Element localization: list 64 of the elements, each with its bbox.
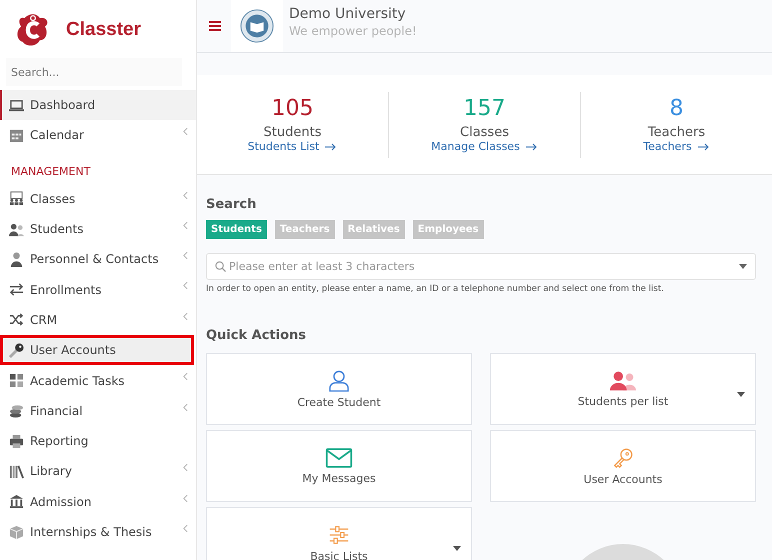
action-card[interactable]: User Accounts xyxy=(490,430,756,502)
stat-link[interactable]: Students List xyxy=(248,140,338,153)
mail-icon xyxy=(325,448,353,468)
key-icon xyxy=(613,446,633,468)
stat-link[interactable]: Manage Classes xyxy=(431,140,538,153)
person-icon xyxy=(9,252,24,267)
help-text: In order to open an entity, please enter a name, an ID or a telephone number and select one from the list. xyxy=(206,284,666,294)
stat-label: Classes xyxy=(460,125,509,140)
stat-value: 157 xyxy=(464,96,506,122)
key-icon xyxy=(9,342,24,358)
calendar-icon xyxy=(9,128,24,143)
arrow-icon xyxy=(526,142,538,150)
classroom-icon xyxy=(9,191,24,206)
stat-label: Students xyxy=(264,125,322,140)
dropdown-icon xyxy=(739,264,747,269)
search-icon xyxy=(215,261,226,272)
section-heading: MANAGEMENT xyxy=(10,164,92,180)
box-icon xyxy=(9,524,24,540)
arrow-icon xyxy=(325,142,338,150)
printer-icon xyxy=(9,434,24,449)
users-icon xyxy=(609,370,637,390)
action-card[interactable]: Create Student xyxy=(206,353,472,425)
sidebar-item[interactable]: Enrollments xyxy=(0,274,196,305)
sliders-icon xyxy=(329,524,349,546)
section-heading: Quick Actions xyxy=(206,328,308,343)
sidebar-item[interactable]: Internships & Thesis xyxy=(0,516,196,548)
user-icon xyxy=(329,370,349,392)
action-card[interactable]: My Messages xyxy=(206,430,472,502)
sidebar-item[interactable]: Library xyxy=(0,456,196,487)
dropdown-icon[interactable] xyxy=(453,546,461,551)
sidebar-item[interactable]: Personnel & Contacts xyxy=(0,244,196,274)
coins-icon xyxy=(9,403,24,418)
university-tagline: We empower people! xyxy=(289,24,417,38)
stat-value: 8 xyxy=(670,96,684,122)
sidebar-item[interactable]: Students xyxy=(0,214,196,244)
laptop-icon xyxy=(9,98,24,113)
search-field[interactable]: Search... xyxy=(6,58,182,86)
university-name: Demo University xyxy=(289,6,407,22)
action-card[interactable]: Basic Lists xyxy=(206,507,472,560)
sidebar-item[interactable]: Reporting xyxy=(0,426,196,456)
sidebar-item[interactable]: User Accounts xyxy=(0,335,194,366)
sidebar-item[interactable]: Financial xyxy=(0,396,196,426)
books-icon xyxy=(9,464,24,479)
shuffle-icon xyxy=(9,312,24,328)
stat-link[interactable]: Teachers xyxy=(643,140,710,153)
dropdown-icon[interactable] xyxy=(737,392,745,397)
stat-label: Teachers xyxy=(648,125,706,140)
stat-value: 105 xyxy=(272,96,314,122)
bank-icon xyxy=(9,494,24,510)
sidebar-item[interactable]: Admission xyxy=(0,486,196,517)
arrow-icon xyxy=(698,142,710,150)
people-icon xyxy=(9,222,24,237)
sidebar-item[interactable]: Classes xyxy=(0,184,196,214)
sidebar-item[interactable]: Dashboard xyxy=(0,90,196,120)
search-field[interactable]: Please enter at least 3 characters xyxy=(206,253,756,280)
exchange-icon xyxy=(9,282,24,298)
tiles-icon xyxy=(9,373,24,388)
section-heading: Search xyxy=(206,197,258,212)
sidebar-item[interactable]: CRM xyxy=(0,304,196,336)
sidebar-item[interactable]: Calendar xyxy=(0,120,196,151)
sidebar-item[interactable]: Academic Tasks xyxy=(0,365,196,396)
brand-name: Classter xyxy=(66,19,141,41)
menu-icon xyxy=(209,20,221,30)
action-card[interactable]: Students per list xyxy=(490,353,756,425)
